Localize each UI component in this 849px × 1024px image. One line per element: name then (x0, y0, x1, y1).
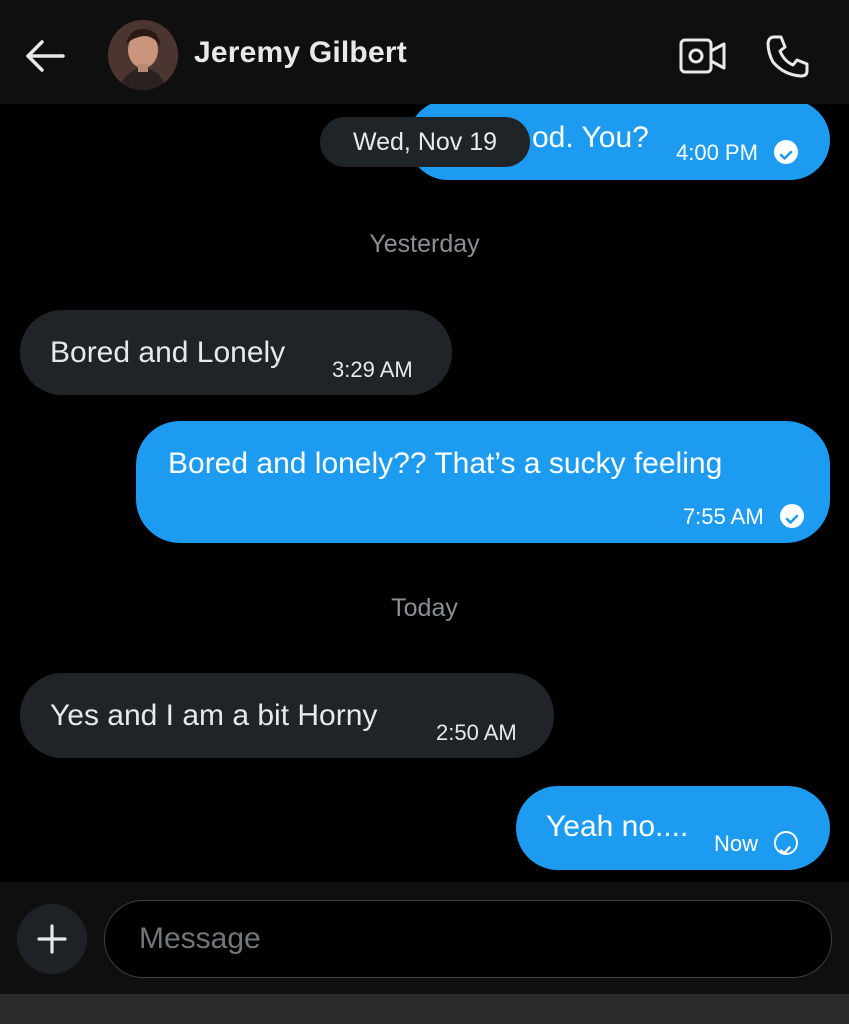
message-meta: 2:50 AM (436, 713, 517, 751)
message-bubble-sent[interactable]: Yeah no.... Now (516, 786, 830, 870)
message-bubble-received[interactable]: Bored and Lonely 3:29 AM (20, 310, 452, 395)
read-receipt-icon (780, 504, 804, 529)
message-text: Bored and Lonely (50, 336, 286, 369)
message-meta: 7:55 AM (683, 497, 804, 535)
voice-call-button[interactable] (764, 32, 812, 80)
arrow-left-icon (26, 40, 65, 72)
message-time: 2:50 AM (436, 720, 517, 745)
video-call-button[interactable] (678, 36, 728, 76)
message-meta: 3:29 AM (332, 350, 413, 388)
read-receipt-icon (774, 140, 799, 165)
conversation-header: Jeremy Gilbert (0, 0, 849, 104)
sent-receipt-icon (774, 831, 799, 856)
add-media-button[interactable] (17, 904, 87, 974)
message-composer (0, 882, 849, 994)
message-text: od. You? (532, 121, 649, 154)
dm-conversation-screen: Jeremy Gilbert od. You? 4:00 PM Wed, Nov… (0, 0, 849, 1024)
back-button[interactable] (22, 34, 66, 78)
message-meta: 4:00 PM (676, 133, 799, 171)
message-text: Yes and I am a bit Horny (50, 699, 378, 732)
message-text: Yeah no.... (546, 810, 689, 843)
message-time: Now (714, 831, 759, 856)
day-separator-yesterday: Yesterday (369, 230, 480, 258)
message-time: 7:55 AM (682, 504, 764, 529)
message-bubble-received[interactable]: Yes and I am a bit Horny 2:50 AM (20, 673, 554, 758)
bottom-bar (0, 994, 849, 1024)
contact-name[interactable]: Jeremy Gilbert (194, 36, 407, 70)
message-bubble-sent[interactable]: Bored and lonely?? That’s a sucky feelin… (136, 421, 830, 543)
message-time: 3:29 AM (332, 357, 413, 382)
plus-icon (37, 924, 67, 954)
avatar[interactable] (108, 20, 178, 90)
day-separator-today: Today (391, 594, 458, 622)
message-time: 4:00 PM (676, 140, 758, 165)
phone-icon (766, 35, 809, 78)
message-meta: Now (714, 824, 799, 862)
avatar-image (108, 20, 178, 90)
date-pill: Wed, Nov 19 (320, 117, 530, 167)
message-text: Bored and lonely?? That’s a sucky feelin… (168, 447, 723, 480)
message-input[interactable] (104, 900, 832, 978)
video-camera-icon (679, 38, 726, 74)
